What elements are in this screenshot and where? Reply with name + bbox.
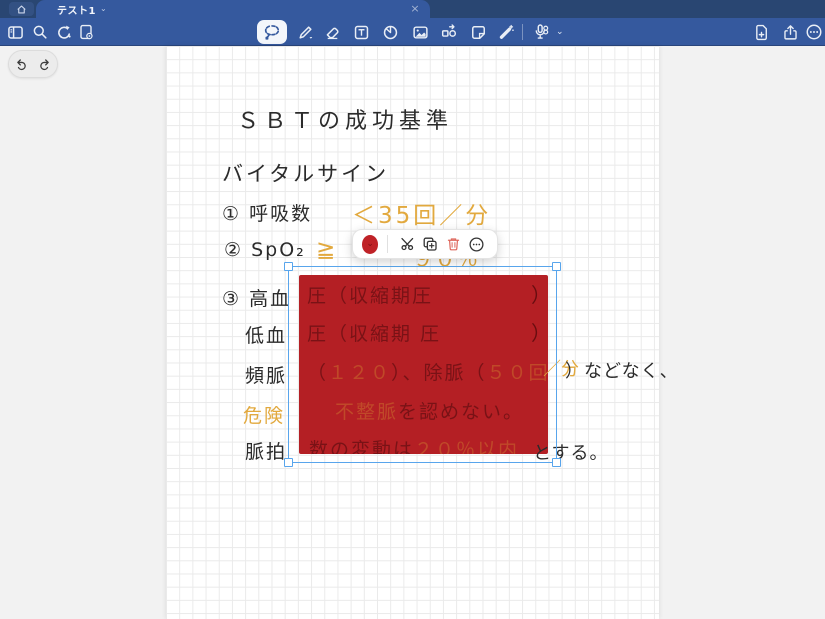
more-options-icon <box>468 236 485 253</box>
tab-test1[interactable]: テスト1 ⌄ × <box>36 0 430 18</box>
main-toolbar: ⌄ <box>0 18 825 46</box>
cut-button[interactable] <box>396 230 419 258</box>
tab-close-icon[interactable]: × <box>408 1 422 17</box>
selection-handle-top-right[interactable] <box>552 262 561 271</box>
lasso-tool-icon[interactable] <box>259 18 285 46</box>
line6-label: 危険 <box>243 401 285 428</box>
line2-value-a: ≧ <box>316 237 335 263</box>
selection-context-menu: ⌄ <box>352 229 498 259</box>
note-subtitle: バイタルサイン <box>222 158 389 188</box>
copy-button[interactable] <box>419 230 442 258</box>
note-title: ＳＢＴの成功基準 <box>237 103 453 135</box>
line2-label: ② SpO₂ <box>224 239 306 261</box>
tab-chevron-down-icon[interactable]: ⌄ <box>100 4 107 13</box>
more-icon[interactable] <box>801 18 825 46</box>
selection-handle-bottom-left[interactable] <box>284 458 293 467</box>
eraser-tool-icon[interactable] <box>319 18 345 46</box>
undo-redo-pill <box>8 50 58 78</box>
selection-bounding-box[interactable] <box>288 266 557 463</box>
text-tool-icon[interactable] <box>348 18 374 46</box>
canvas-area: ＳＢＴの成功基準 バイタルサイン ① 呼吸数 ＜35回／分 ② SpO₂ ≧ ９… <box>0 46 825 619</box>
shapes-tool-icon[interactable] <box>377 18 403 46</box>
more-options-button[interactable] <box>465 230 488 258</box>
scissors-icon <box>400 236 416 252</box>
audio-chevron-down-icon[interactable]: ⌄ <box>556 27 564 37</box>
audio-record-icon[interactable] <box>528 18 554 46</box>
menu-divider <box>387 235 388 253</box>
color-chevron-down-icon: ⌄ <box>366 239 374 249</box>
selection-handle-top-left[interactable] <box>284 262 293 271</box>
page-overview-icon[interactable] <box>2 18 28 46</box>
line5-label: 頻脈 <box>245 361 287 388</box>
home-button[interactable] <box>9 2 34 16</box>
line1-value: ＜35回／分 <box>352 196 491 230</box>
sticky-note-tool-icon[interactable] <box>465 18 491 46</box>
selection-handle-bottom-right[interactable] <box>552 458 561 467</box>
line1-label: ① 呼吸数 <box>222 199 312 226</box>
pointer-tool-icon[interactable] <box>493 18 519 46</box>
share-icon[interactable] <box>777 18 803 46</box>
tab-strip: テスト1 ⌄ × <box>0 0 825 18</box>
delete-button[interactable] <box>442 230 465 258</box>
trash-icon <box>446 236 461 252</box>
add-page-icon[interactable] <box>748 18 774 46</box>
line4-label: 低血 <box>245 321 287 348</box>
search-icon[interactable] <box>27 18 53 46</box>
redo-icon[interactable] <box>37 57 52 71</box>
line7-label: 脈拍 <box>245 437 287 464</box>
page-template-icon[interactable] <box>73 18 99 46</box>
image-tool-icon[interactable] <box>407 18 433 46</box>
tab-title: テスト1 <box>57 2 96 17</box>
line5-right-black: ）などなく、 <box>565 357 679 383</box>
fill-color-button[interactable]: ⌄ <box>362 235 378 254</box>
toolbar-divider <box>522 24 523 40</box>
home-icon <box>16 4 27 15</box>
elements-tool-icon[interactable] <box>436 18 462 46</box>
pen-tool-icon[interactable] <box>292 18 318 46</box>
copy-icon <box>422 236 438 252</box>
undo-icon[interactable] <box>14 57 29 71</box>
line3-label: ③ 高血 <box>222 284 291 311</box>
